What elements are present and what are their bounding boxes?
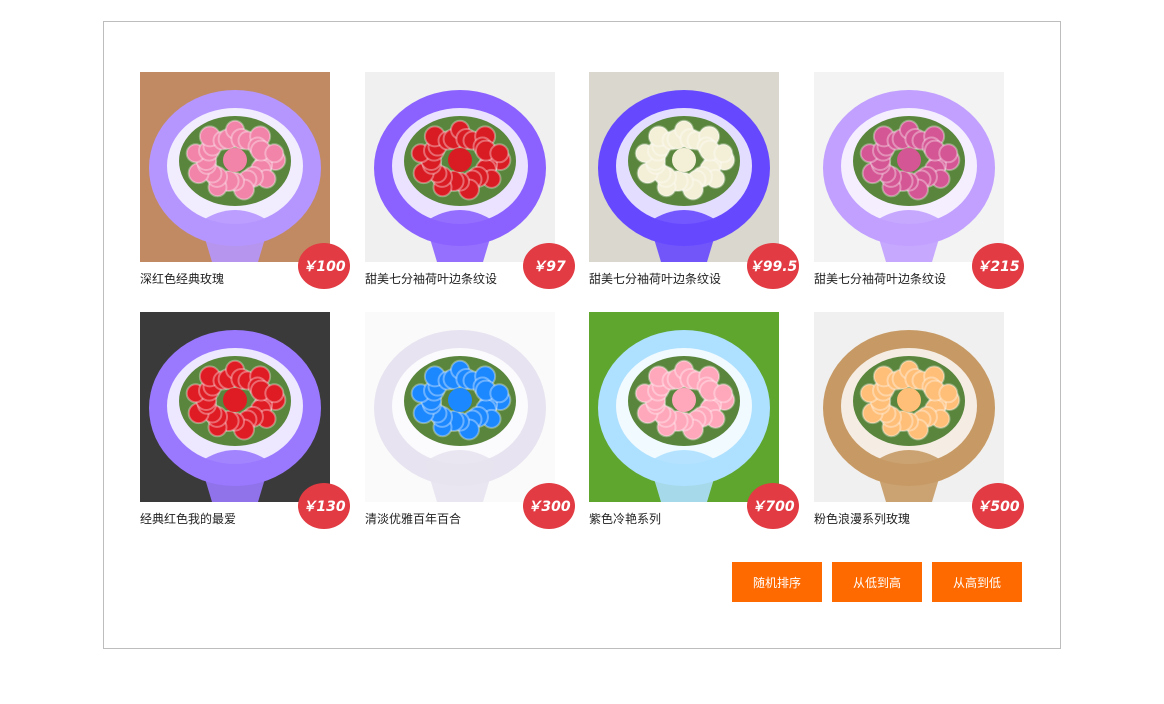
product-card[interactable]: 经典红色我的最爱 ￥130 bbox=[140, 312, 350, 542]
pink-rose-bouquet-icon[interactable] bbox=[814, 72, 1004, 262]
red-rose-teddy-bouquet-icon[interactable] bbox=[140, 312, 330, 502]
price-badge: ￥100 bbox=[298, 243, 350, 289]
price-badge: ￥97 bbox=[523, 243, 575, 289]
price-badge: ￥300 bbox=[523, 483, 575, 529]
sort-high-to-low-button[interactable]: 从高到低 bbox=[932, 562, 1022, 602]
product-name: 紫色冷艳系列 bbox=[589, 512, 662, 526]
product-panel: 深红色经典玫瑰 ￥100 甜美七分袖荷叶边条纹设 ￥97 甜美七分袖荷叶边条纹设 ￥9… bbox=[103, 21, 1061, 649]
price-badge: ￥215 bbox=[972, 243, 1024, 289]
product-name: 粉色浪漫系列玫瑰 bbox=[814, 512, 911, 526]
product-card[interactable]: 甜美七分袖荷叶边条纹设 ￥99.5 bbox=[589, 72, 799, 302]
product-card[interactable]: 甜美七分袖荷叶边条纹设 ￥97 bbox=[365, 72, 575, 302]
red-rose-bouquet-icon[interactable] bbox=[365, 72, 555, 262]
product-name: 深红色经典玫瑰 bbox=[140, 272, 225, 286]
price-badge: ￥99.5 bbox=[747, 243, 799, 289]
white-lily-bouquet-icon[interactable] bbox=[589, 72, 779, 262]
product-card[interactable]: 紫色冷艳系列 ￥700 bbox=[589, 312, 799, 542]
product-name: 经典红色我的最爱 bbox=[140, 512, 237, 526]
product-name: 甜美七分袖荷叶边条纹设 bbox=[589, 272, 722, 286]
sort-low-to-high-button[interactable]: 从低到高 bbox=[832, 562, 922, 602]
peach-rose-bouquet-icon[interactable] bbox=[589, 312, 779, 502]
sort-random-button[interactable]: 随机排序 bbox=[732, 562, 822, 602]
product-name: 清淡优雅百年百合 bbox=[365, 512, 462, 526]
price-badge: ￥130 bbox=[298, 483, 350, 529]
product-card[interactable]: 清淡优雅百年百合 ￥300 bbox=[365, 312, 575, 542]
product-card[interactable]: 深红色经典玫瑰 ￥100 bbox=[140, 72, 350, 302]
product-name: 甜美七分袖荷叶边条纹设 bbox=[814, 272, 947, 286]
pink-carnation-bouquet-icon[interactable] bbox=[140, 72, 330, 262]
price-badge: ￥700 bbox=[747, 483, 799, 529]
sort-toolbar: 随机排序 从低到高 从高到低 bbox=[732, 562, 1022, 602]
blue-rose-teddy-bouquet-icon[interactable] bbox=[365, 312, 555, 502]
champagne-rose-teddy-bouquet-icon[interactable] bbox=[814, 312, 1004, 502]
product-card[interactable]: 甜美七分袖荷叶边条纹设 ￥215 bbox=[814, 72, 1024, 302]
price-badge: ￥500 bbox=[972, 483, 1024, 529]
product-name: 甜美七分袖荷叶边条纹设 bbox=[365, 272, 498, 286]
product-card[interactable]: 粉色浪漫系列玫瑰 ￥500 bbox=[814, 312, 1024, 542]
